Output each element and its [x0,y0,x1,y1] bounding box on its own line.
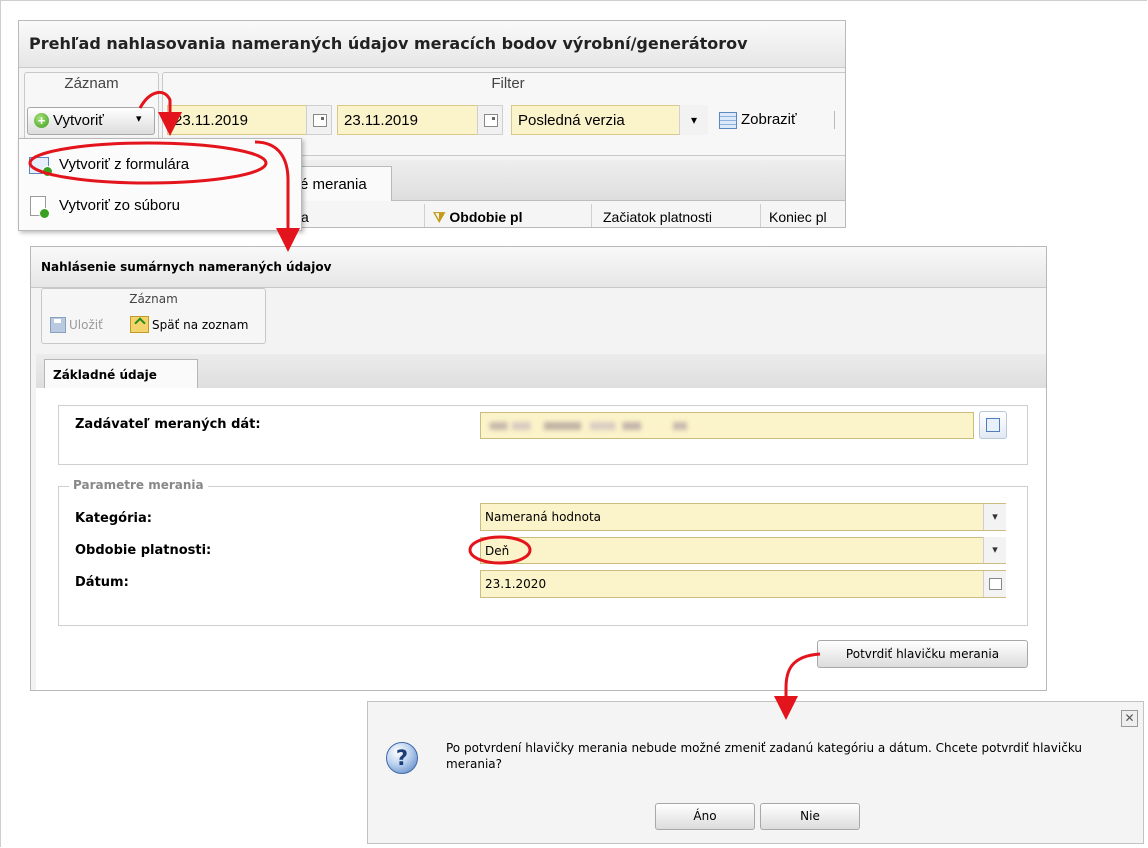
column-divider [424,204,425,227]
submitter-input[interactable] [480,412,974,439]
back-button-label: Späť na zoznam [152,318,249,332]
date-label: Dátum: [75,575,129,590]
folder-up-arrow-icon [130,316,149,333]
no-button[interactable]: Nie [760,803,860,830]
column-divider [760,204,761,227]
confirm-header-button[interactable]: Potvrdiť hlavičku merania [817,640,1028,668]
yes-button[interactable]: Áno [655,803,755,830]
date-input[interactable]: 23.1.2020 [480,570,1006,598]
confirm-dialog: ✕ ? Po potvrdení hlavičky merania nebude… [367,701,1144,844]
filter-group-label: Filter [491,75,525,92]
save-button[interactable]: Uložiť [50,316,103,334]
calendar-icon[interactable] [477,105,503,135]
save-button-label: Uložiť [69,318,103,332]
file-icon [30,196,50,219]
close-icon[interactable]: ✕ [1121,710,1138,727]
dialog-message: Po potvrdení hlavičky merania nebude mož… [446,741,1083,771]
calendar-icon[interactable] [306,105,332,135]
create-menu: Vytvoriť z formulára Vytvoriť zo súboru [18,138,302,231]
show-button[interactable]: Zobraziť [719,107,797,133]
record-group: Záznam Uložiť Späť na zoznam [41,288,266,344]
caret-down-icon: ▾ [136,113,142,125]
redacted-text [489,422,719,430]
tab-basic-data[interactable]: Základné údaje [44,359,198,389]
date-from-input[interactable]: 23.11.2019 [167,105,310,135]
record-group-label: Záznam [129,292,178,306]
submitter-label: Zadávateľ meraných dát: [75,417,261,432]
menu-item-label: Vytvoriť zo súboru [59,197,180,214]
menu-item-create-from-file[interactable]: Vytvoriť zo súboru [25,190,299,222]
chevron-down-icon[interactable]: ▾ [983,537,1006,563]
chevron-down-icon[interactable]: ▾ [679,105,708,135]
report-window: Nahlásenie sumárnych nameraných údajov Z… [30,246,1047,691]
plus-circle-icon: + [34,113,49,128]
menu-item-label: Vytvoriť z formulára [59,156,190,173]
create-button[interactable]: + Vytvoriť ▾ [27,107,155,135]
category-select[interactable]: Nameraná hodnota [480,503,1006,531]
question-icon: ? [386,742,418,774]
column-header-start[interactable]: Začiatok platnosti [603,209,712,225]
toolbar-separator [834,111,835,129]
column-header-period-label: Obdobie pl [449,209,523,225]
grid-icon [719,112,737,129]
form-icon [29,157,53,177]
calendar-icon[interactable] [983,571,1006,597]
menu-item-create-from-form[interactable]: Vytvoriť z formulára [25,149,299,181]
show-button-label: Zobraziť [741,111,797,128]
filter-icon: ⧩ [433,209,446,225]
lookup-icon[interactable] [979,411,1007,439]
tab-measurements[interactable]: é merania [289,166,392,201]
floppy-disk-icon [50,317,66,333]
column-header-end[interactable]: Koniec pl [769,209,827,225]
period-label: Obdobie platnosti: [75,543,212,558]
period-select[interactable]: Deň [480,537,1006,564]
parameters-legend: Parametre merania [69,478,208,492]
column-header[interactable]: a [301,209,309,225]
record-group-label: Záznam [64,75,119,92]
report-title: Nahlásenie sumárnych nameraných údajov [31,247,1046,288]
date-to-input[interactable]: 23.11.2019 [337,105,481,135]
column-divider [591,204,592,227]
back-to-list-button[interactable]: Späť na zoznam [130,316,248,334]
column-header-period[interactable]: ⧩ Obdobie pl [433,209,523,226]
overview-title: Prehľad nahlasovania nameraných údajov m… [19,21,845,68]
create-button-label: Vytvoriť [53,112,104,129]
category-label: Kategória: [75,511,152,526]
chevron-down-icon[interactable]: ▾ [983,504,1006,530]
